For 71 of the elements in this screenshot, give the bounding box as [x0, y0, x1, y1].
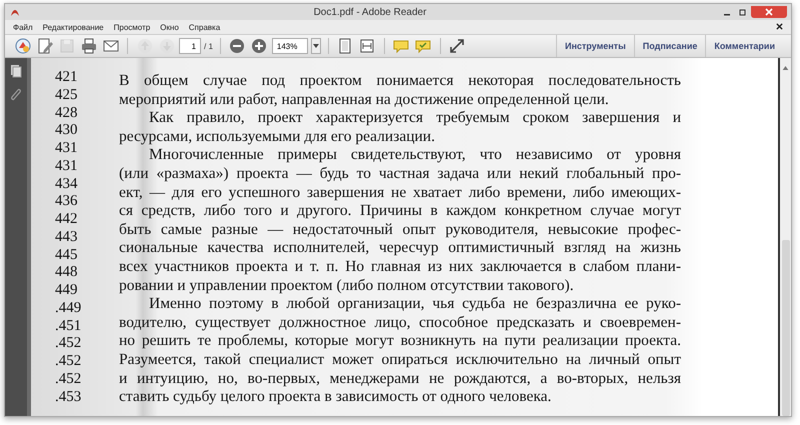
zoom-out-icon: [228, 37, 246, 55]
line-number: 430: [55, 123, 78, 138]
text-line: В общем случае под проектом понимается некоторая последовательность: [119, 72, 681, 91]
line-number: 434: [55, 176, 78, 191]
dropdown-button[interactable]: [310, 38, 321, 54]
zoom-in-button[interactable]: [250, 36, 269, 56]
panel-tab[interactable]: Комментарии: [705, 35, 783, 57]
expand-icon: [448, 37, 466, 55]
zoom-out-button[interactable]: [228, 36, 247, 56]
fit-width-icon: [358, 37, 376, 55]
close-button[interactable]: [751, 6, 787, 18]
panel-tab[interactable]: Инструменты: [556, 35, 634, 57]
pages-icon[interactable]: [10, 64, 22, 78]
close-icon: [765, 8, 773, 16]
line-number: .449: [55, 300, 82, 315]
window-title: Doc1.pdf - Adobe Reader: [312, 6, 428, 18]
close-icon: [776, 23, 783, 30]
text-line: Как правило, проект характеризуется требуемым сроком завершения и: [148, 109, 681, 128]
save-icon: [58, 37, 76, 55]
line-number: 431: [55, 141, 78, 156]
page-count: / 1: [204, 42, 213, 50]
line-number: 425: [55, 88, 78, 102]
paperclip-icon[interactable]: [10, 88, 22, 102]
menu-item[interactable]: Справка: [188, 22, 220, 32]
line-number: .451: [55, 318, 82, 333]
menu-item[interactable]: Просмотр: [114, 22, 150, 32]
text-line: всех участников проекта и т. п. Но главная из них заключается в слабом плани-: [119, 258, 681, 277]
text-line: быть самые разные — недостаточный опыт руководителя, невысокие профес-: [119, 220, 681, 240]
line-number: 442: [55, 212, 78, 226]
line-number: 421: [55, 70, 78, 84]
zoom-in-icon: [250, 37, 268, 55]
text-line: Разумеется, такой специалист может опираться исключительно на личный опыт: [119, 350, 681, 370]
menu-item[interactable]: Окно: [160, 22, 179, 32]
zoom-field[interactable]: 143%: [272, 38, 308, 54]
scrollbar[interactable]: [778, 58, 791, 416]
line-number: 443: [55, 230, 78, 244]
text-line: ставить судьбу целого проекта в зависимость от одного человека.: [119, 388, 552, 407]
close-document-button[interactable]: [776, 22, 783, 32]
text-line: и интуицию, но, во-первых, менеджерами не рождаются, а во-вторых, нельзя: [119, 370, 681, 388]
text-line: но решить те проблемы, которые могут возникнуть на пути реализации проекта.: [119, 332, 681, 351]
print-icon: [80, 37, 98, 55]
text-line: ся средств, либо того и другого. Причины в каждом конкретном случае могут: [119, 202, 681, 221]
line-number: 448: [55, 265, 78, 280]
expand-button[interactable]: [448, 36, 467, 56]
text-line: сиональные качества исполнителей, чересчур оптимистичный взгляд на жизнь: [119, 239, 681, 258]
line-number: .452: [55, 354, 82, 368]
text-line: ект, — для его успешного завершения не хватает либо времени, либо имеющих-: [119, 184, 681, 202]
print-button[interactable]: [79, 36, 98, 56]
page-number-field[interactable]: 1: [179, 38, 201, 54]
line-number: 428: [55, 106, 78, 120]
line-number: .452: [55, 372, 82, 386]
line-number: .452: [55, 336, 82, 350]
edit-document-icon: [36, 37, 54, 55]
caret-icon: [312, 44, 319, 48]
line-number: 449: [55, 283, 78, 298]
scroll-up-icon: [782, 66, 789, 70]
menu-item[interactable]: Редактирование: [42, 22, 104, 32]
text-line: мероприятий или работ, направленная на достижение определенной цели.: [119, 90, 610, 110]
text-line: Именно поэтому в любой организации, чья судьба не безразлична ее руко-: [148, 295, 681, 314]
line-number: 436: [55, 194, 78, 208]
text-line: ровании и управлении проектом (либо полном отсутствии такового).: [119, 276, 575, 296]
panel-tab[interactable]: Подписание: [634, 35, 706, 57]
menu-item[interactable]: Файл: [13, 22, 33, 32]
text-line: (или «размаха») проекта — будь то частная задача или некий глобальный про-: [119, 164, 681, 184]
line-number: 431: [55, 158, 78, 173]
line-number: 445: [55, 248, 78, 262]
text-line: водителю, существует должностное лицо, способное предсказать и своевремен-: [119, 314, 681, 332]
restore-icon: [739, 8, 747, 16]
text-line: Многочисленные примеры свидетельствуют, что независимо от уровня: [148, 146, 681, 165]
line-number: .453: [55, 390, 82, 404]
text-line: ресурсами, используемыми для его реализации.: [119, 128, 436, 146]
